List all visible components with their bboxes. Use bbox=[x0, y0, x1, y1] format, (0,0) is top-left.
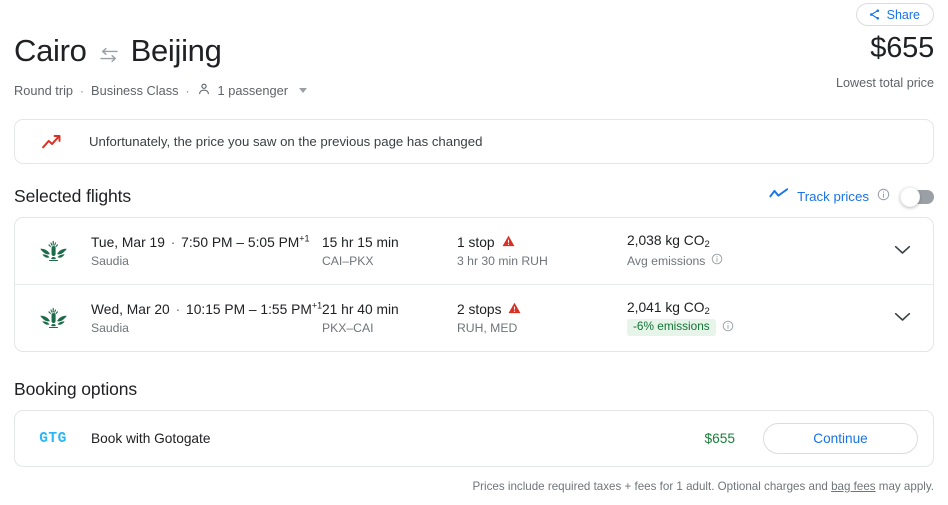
flight-time-block: Wed, Mar 20 · 10:15 PM – 1:55 PM+1 Saudi… bbox=[91, 299, 323, 335]
info-icon[interactable] bbox=[877, 188, 890, 206]
expand-flight-button[interactable] bbox=[871, 242, 933, 260]
flight-date: Tue, Mar 19 bbox=[91, 234, 165, 250]
flight-layover: RUH, MED bbox=[457, 320, 518, 335]
swap-arrows-icon bbox=[98, 35, 120, 71]
origin-city: Cairo bbox=[14, 33, 87, 68]
selected-flights-header: Selected flights Track prices bbox=[14, 186, 934, 207]
flight-co2-subscript: 2 bbox=[704, 305, 710, 317]
flight-route: CAI–PKX bbox=[322, 253, 374, 268]
saudia-logo bbox=[15, 239, 91, 264]
cabin-class: Business Class bbox=[91, 83, 179, 98]
flight-emissions-note-row: Avg emissions bbox=[627, 252, 871, 270]
flight-duration: 21 hr 40 min bbox=[322, 301, 399, 317]
flight-co2-value: 2,038 kg CO bbox=[627, 232, 705, 248]
info-icon[interactable] bbox=[722, 319, 734, 337]
emissions-badge: -6% emissions bbox=[627, 319, 716, 336]
flight-row-return[interactable]: Wed, Mar 20 · 10:15 PM – 1:55 PM+1 Saudi… bbox=[15, 284, 933, 351]
passenger-selector[interactable]: 1 passenger bbox=[197, 82, 307, 99]
route-block: Cairo Beijing Round trip · Business Clas… bbox=[14, 31, 307, 99]
price-caption: Lowest total price bbox=[835, 76, 934, 90]
chevron-down-icon bbox=[894, 309, 911, 327]
flight-datetime: Tue, Mar 19 · 7:50 PM – 5:05 PM+1 bbox=[91, 232, 322, 250]
footer-text-before: Prices include required taxes + fees for… bbox=[472, 480, 832, 493]
flight-row-outbound[interactable]: Tue, Mar 19 · 7:50 PM – 5:05 PM+1 Saudia… bbox=[15, 218, 933, 284]
person-icon bbox=[197, 82, 211, 99]
route-title: Cairo Beijing bbox=[14, 31, 307, 71]
alert-message: Unfortunately, the price you saw on the … bbox=[89, 134, 483, 149]
track-prices-toggle[interactable] bbox=[900, 186, 934, 207]
flight-emissions-note-row: -6% emissions bbox=[627, 319, 871, 337]
flight-duration-block: 21 hr 40 min PKX–CAI bbox=[322, 302, 457, 335]
expand-flight-button[interactable] bbox=[871, 309, 933, 327]
chevron-down-icon[interactable] bbox=[298, 88, 307, 93]
flight-stops: 2 stops bbox=[457, 301, 502, 317]
share-button[interactable]: Share bbox=[855, 3, 934, 26]
flight-emissions-block: 2,038 kg CO 2 Avg emissions bbox=[627, 233, 871, 270]
footer-disclaimer: Prices include required taxes + fees for… bbox=[14, 480, 934, 493]
toggle-knob bbox=[900, 186, 920, 207]
gotogate-logo: GTG bbox=[39, 430, 67, 447]
flight-co2-subscript: 2 bbox=[704, 238, 710, 250]
flight-times: 10:15 PM – 1:55 PM bbox=[186, 301, 312, 317]
share-icon bbox=[868, 8, 881, 21]
chevron-down-icon bbox=[894, 242, 911, 260]
flight-layover: 3 hr 30 min RUH bbox=[457, 253, 548, 268]
flight-time-block: Tue, Mar 19 · 7:50 PM – 5:05 PM+1 Saudia bbox=[91, 232, 322, 268]
flight-duration-block: 15 hr 15 min CAI–PKX bbox=[322, 235, 457, 268]
bag-fees-link[interactable]: bag fees bbox=[831, 480, 875, 493]
destination-city: Beijing bbox=[130, 33, 222, 68]
section-title-booking-options: Booking options bbox=[14, 379, 138, 399]
separator-2: · bbox=[185, 83, 190, 98]
flight-co2: 2,041 kg CO 2 bbox=[627, 299, 871, 317]
share-row: Share bbox=[14, 0, 934, 27]
flight-route: PKX–CAI bbox=[322, 320, 374, 335]
track-prices-label[interactable]: Track prices bbox=[797, 189, 869, 204]
selected-flights-card: Tue, Mar 19 · 7:50 PM – 5:05 PM+1 Saudia… bbox=[14, 217, 934, 352]
flight-stops-block: 1 stop 3 hr 30 min RUH bbox=[457, 235, 627, 268]
section-title-selected-flights: Selected flights bbox=[14, 186, 132, 206]
share-label: Share bbox=[886, 7, 920, 22]
separator: · bbox=[170, 234, 176, 250]
trending-up-icon bbox=[15, 133, 89, 150]
booking-option-row: GTG Book with Gotogate $655 Continue bbox=[14, 410, 934, 467]
flight-co2-value: 2,041 kg CO bbox=[627, 299, 705, 315]
flight-emissions-block: 2,041 kg CO 2 -6% emissions bbox=[627, 300, 871, 337]
booking-provider-label: Book with Gotogate bbox=[91, 431, 211, 446]
track-prices-control: Track prices bbox=[769, 186, 934, 207]
flight-emissions-note: Avg emissions bbox=[627, 253, 706, 268]
price-change-alert: Unfortunately, the price you saw on the … bbox=[14, 119, 934, 164]
flight-stops-line: 2 stops bbox=[457, 302, 627, 317]
flight-duration: 15 hr 15 min bbox=[322, 234, 399, 250]
day-offset: +1 bbox=[311, 299, 323, 310]
footer-text-after: may apply. bbox=[875, 480, 934, 493]
passenger-count-label: 1 passenger bbox=[217, 83, 288, 98]
day-offset: +1 bbox=[299, 232, 310, 243]
flight-stops-line: 1 stop bbox=[457, 235, 627, 250]
price-block: $655 Lowest total price bbox=[836, 31, 934, 90]
warning-triangle-icon bbox=[502, 235, 515, 250]
flight-datetime: Wed, Mar 20 · 10:15 PM – 1:55 PM+1 bbox=[91, 299, 323, 317]
flight-airline: Saudia bbox=[91, 320, 129, 335]
separator-1: · bbox=[80, 83, 85, 98]
price-graph-icon bbox=[769, 187, 789, 206]
info-icon[interactable] bbox=[711, 252, 723, 270]
continue-button[interactable]: Continue bbox=[763, 423, 918, 454]
page-header: Cairo Beijing Round trip · Business Clas… bbox=[14, 31, 934, 99]
flight-stops-block: 2 stops RUH, MED bbox=[457, 302, 627, 335]
warning-triangle-icon bbox=[508, 302, 521, 317]
saudia-logo bbox=[15, 306, 91, 331]
trip-summary: Round trip · Business Class · 1 passenge… bbox=[14, 82, 307, 99]
flight-airline: Saudia bbox=[91, 253, 129, 268]
flight-co2: 2,038 kg CO 2 bbox=[627, 232, 871, 250]
separator: · bbox=[175, 301, 181, 317]
trip-type: Round trip bbox=[14, 83, 74, 98]
total-price: $655 bbox=[870, 32, 934, 64]
flight-booking-page: Share Cairo Beijing Round trip · Busines… bbox=[0, 0, 948, 505]
flight-stops: 1 stop bbox=[457, 234, 495, 250]
flight-date: Wed, Mar 20 bbox=[91, 301, 170, 317]
flight-times: 7:50 PM – 5:05 PM bbox=[181, 234, 300, 250]
booking-price: $655 bbox=[704, 431, 735, 446]
